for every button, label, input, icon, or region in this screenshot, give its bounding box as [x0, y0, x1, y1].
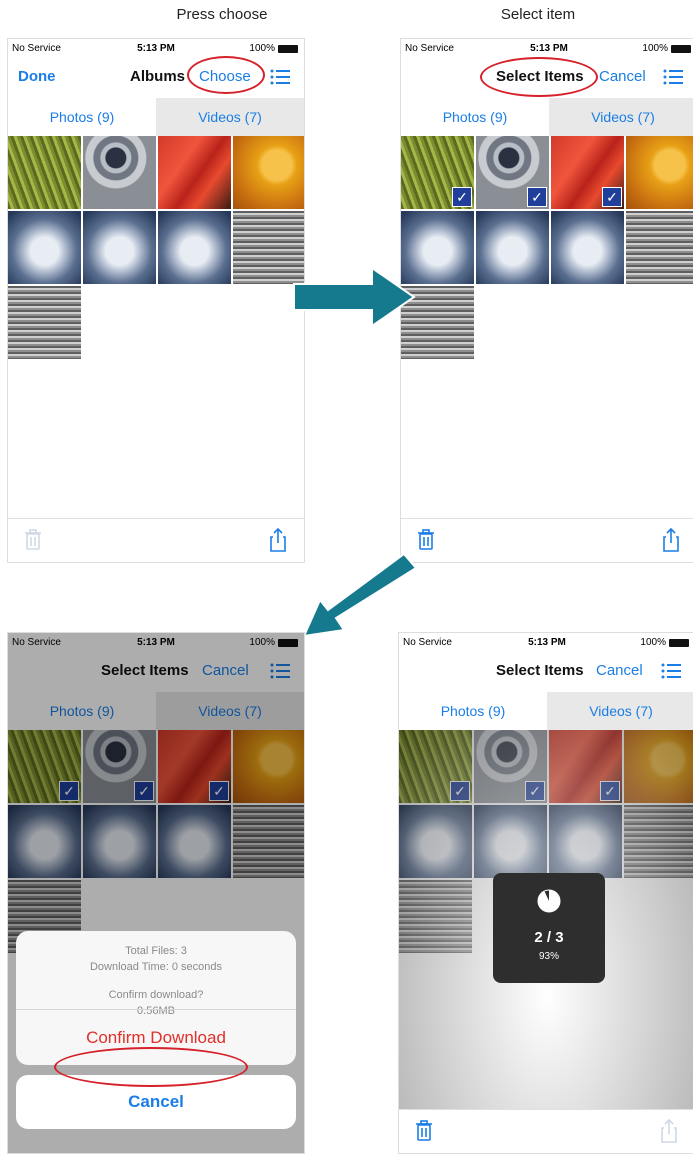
share-icon[interactable] [659, 1118, 679, 1144]
photo-thumbnail[interactable] [8, 136, 81, 209]
cancel-button[interactable]: Cancel [599, 68, 646, 85]
highlight-choose [187, 56, 265, 94]
highlight-confirm-download [54, 1047, 248, 1087]
pie-progress-fill [538, 890, 560, 912]
bottom-toolbar [399, 1109, 693, 1153]
check-icon: ✓ [527, 187, 547, 207]
check-icon: ✓ [602, 187, 622, 207]
phone-screen-progress: No Service 5:13 PM 100% Select Items Can… [398, 632, 693, 1154]
nav-bar: Select Items Cancel [399, 651, 693, 691]
photo-thumbnail[interactable] [158, 136, 231, 209]
bottom-toolbar [401, 518, 693, 562]
battery-indicator: 100% [642, 43, 691, 54]
list-icon[interactable] [270, 67, 290, 87]
progress-percent: 93% [538, 951, 559, 962]
photo-thumbnail-selected[interactable]: ✓ [476, 136, 549, 209]
download-dialog: Total Files: 3 Download Time: 0 seconds … [16, 931, 296, 1065]
photo-thumbnail-selected[interactable]: ✓ [401, 136, 474, 209]
photo-thumbnail[interactable] [158, 211, 231, 284]
battery-icon [671, 44, 691, 53]
share-icon[interactable] [661, 527, 681, 553]
photo-thumbnail[interactable] [83, 136, 156, 209]
status-bar: No Service 5:13 PM 100% [8, 39, 304, 57]
confirm-question-text: Confirm download? [108, 989, 204, 1001]
battery-indicator: 100% [640, 637, 689, 648]
album-tabs: Photos (9) Videos (7) [399, 692, 693, 730]
tab-photos[interactable]: Photos (9) [401, 98, 549, 136]
trash-icon[interactable] [24, 529, 42, 551]
photo-thumbnail[interactable] [8, 211, 81, 284]
photo-thumbnail[interactable] [626, 211, 693, 284]
dialog-info: Total Files: 3 Download Time: 0 seconds … [16, 931, 296, 1019]
photo-thumbnail[interactable] [476, 211, 549, 284]
album-tabs: Photos (9) Videos (7) [8, 98, 304, 136]
albums-title: Albums [130, 68, 186, 85]
album-tabs: Photos (9) Videos (7) [401, 98, 693, 136]
photo-thumbnail[interactable] [83, 211, 156, 284]
cancel-button[interactable]: Cancel [596, 662, 643, 679]
battery-icon [278, 44, 298, 53]
check-icon: ✓ [452, 187, 472, 207]
battery-icon [669, 638, 689, 647]
pie-progress-icon [537, 889, 561, 913]
progress-count: 2 / 3 [534, 929, 564, 946]
phone-screen-select: No Service 5:13 PM 100% Select Items Can… [400, 38, 693, 563]
trash-icon[interactable] [415, 1120, 433, 1142]
share-icon[interactable] [268, 527, 288, 553]
battery-indicator: 100% [249, 43, 298, 54]
tab-videos[interactable]: Videos (7) [156, 98, 304, 136]
photo-thumbnail[interactable] [551, 211, 624, 284]
total-files-text: Total Files: 3 [125, 945, 187, 957]
download-time-text: Download Time: 0 seconds [89, 961, 223, 973]
tab-photos[interactable]: Photos (9) [8, 98, 156, 136]
photo-thumbnail[interactable] [233, 136, 304, 209]
tab-videos[interactable]: Videos (7) [549, 98, 693, 136]
done-button[interactable]: Done [18, 68, 56, 85]
tab-photos[interactable]: Photos (9) [399, 692, 547, 730]
select-items-title: Select Items [496, 662, 584, 679]
highlight-select-items [480, 57, 598, 97]
arrow-down-left-icon [302, 552, 416, 638]
list-icon[interactable] [661, 661, 681, 681]
photo-thumbnail-selected[interactable]: ✓ [551, 136, 624, 209]
status-bar: No Service 5:13 PM 100% [399, 633, 693, 651]
photo-thumbnail[interactable] [626, 136, 693, 209]
download-progress-hud: 2 / 3 93% [493, 873, 605, 983]
trash-icon[interactable] [417, 529, 435, 551]
step1-caption: Press choose [176, 6, 268, 23]
step2-caption: Select item [500, 6, 576, 23]
tab-videos[interactable]: Videos (7) [547, 692, 693, 730]
photo-thumbnail[interactable] [8, 286, 81, 359]
status-bar: No Service 5:13 PM 100% [401, 39, 693, 57]
phone-screen-choose: No Service 5:13 PM 100% Done Albums Choo… [7, 38, 305, 563]
list-icon[interactable] [663, 67, 683, 87]
bottom-toolbar [8, 518, 304, 562]
arrow-right-icon [293, 266, 416, 328]
